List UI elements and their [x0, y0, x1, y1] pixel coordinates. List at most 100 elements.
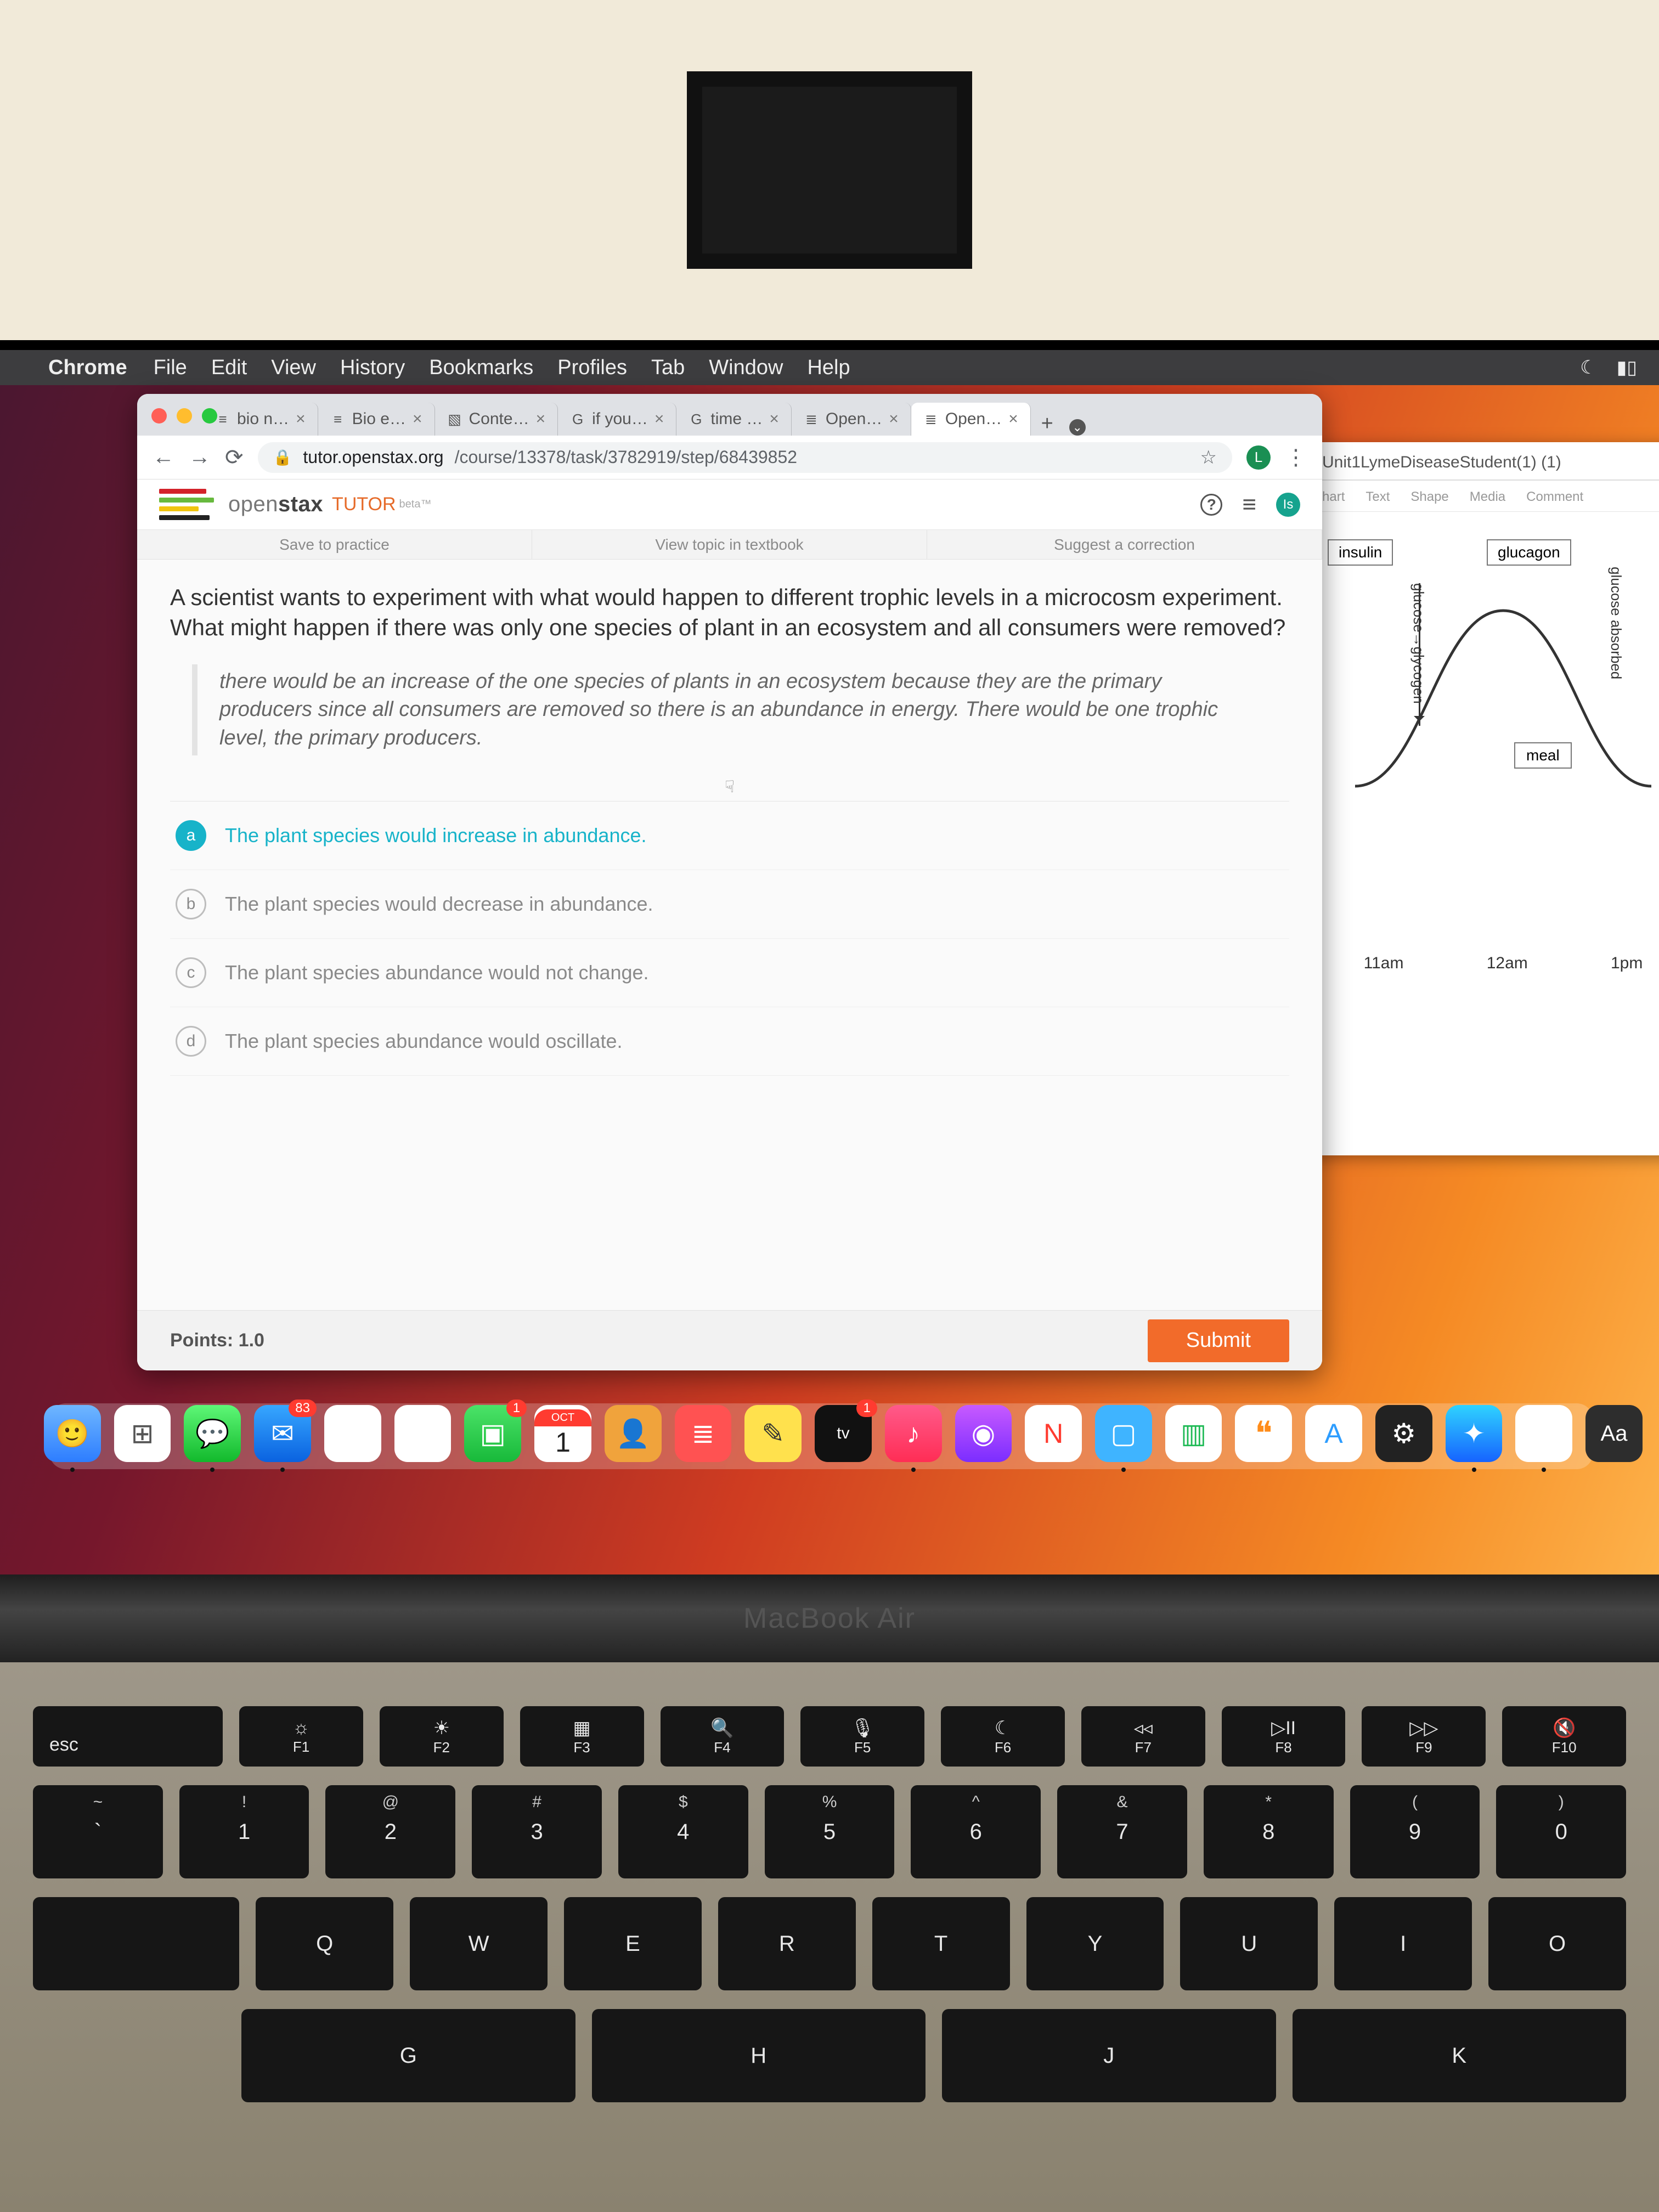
- otherwin-tool[interactable]: Comment: [1526, 489, 1583, 505]
- keyboard-key[interactable]: 🔇F10: [1502, 1706, 1626, 1767]
- keyboard-key[interactable]: Q: [256, 1897, 393, 1990]
- answer-option[interactable]: dThe plant species abundance would oscil…: [170, 1007, 1289, 1076]
- music-icon[interactable]: ♪: [885, 1405, 942, 1462]
- keyboard-key[interactable]: 🔍F4: [661, 1706, 785, 1767]
- tab-close-icon[interactable]: ×: [769, 410, 779, 428]
- otherwin-tool[interactable]: Media: [1470, 489, 1505, 505]
- control-center-icon[interactable]: ⊕: [324, 1405, 381, 1462]
- calendar-icon[interactable]: OCT 1: [534, 1405, 591, 1462]
- profile-avatar[interactable]: L: [1246, 445, 1271, 470]
- otherwin-tool[interactable]: Shape: [1410, 489, 1448, 505]
- keyboard-key[interactable]: J: [942, 2009, 1276, 2102]
- tv-icon[interactable]: tv1: [815, 1405, 872, 1462]
- menubar-item[interactable]: Profiles: [557, 356, 627, 379]
- browser-tab[interactable]: Gtime …×: [676, 403, 792, 436]
- menubar-item[interactable]: Bookmarks: [429, 356, 533, 379]
- background-document-window[interactable]: Unit1LymeDiseaseStudent(1) (1) hartTextS…: [1306, 442, 1659, 1155]
- mail-icon[interactable]: ✉83: [254, 1405, 311, 1462]
- menubar-item[interactable]: Window: [709, 356, 783, 379]
- keyboard-key[interactable]: W: [410, 1897, 548, 1990]
- keyboard-key[interactable]: @2: [325, 1785, 455, 1878]
- menubar-item[interactable]: Edit: [211, 356, 247, 379]
- menubar-app-name[interactable]: Chrome: [48, 356, 127, 380]
- safari-icon[interactable]: ✦: [1446, 1405, 1503, 1462]
- settings-icon[interactable]: ⚙: [1375, 1405, 1432, 1462]
- submit-button[interactable]: Submit: [1148, 1319, 1289, 1362]
- pages-icon[interactable]: ❝: [1235, 1405, 1292, 1462]
- keyboard-key[interactable]: ~`: [33, 1785, 163, 1878]
- launchpad-icon[interactable]: ⊞: [114, 1405, 171, 1462]
- keyboard-key[interactable]: $4: [618, 1785, 748, 1878]
- menubar-item[interactable]: History: [340, 356, 405, 379]
- contacts-icon[interactable]: 👤: [605, 1405, 662, 1462]
- keyboard-key[interactable]: O: [1488, 1897, 1626, 1990]
- kebab-menu-icon[interactable]: ⋮: [1285, 445, 1307, 470]
- keyboard-key[interactable]: ◃◃F7: [1081, 1706, 1205, 1767]
- user-avatar[interactable]: Is: [1276, 493, 1300, 517]
- keyboard-key[interactable]: [33, 1897, 239, 1990]
- tab-close-icon[interactable]: ×: [654, 410, 664, 428]
- tab-close-icon[interactable]: ×: [413, 410, 422, 428]
- keyboard-key[interactable]: %5: [765, 1785, 895, 1878]
- browser-tab[interactable]: ≣Open…×: [792, 403, 911, 436]
- menubar-item[interactable]: Help: [807, 356, 850, 379]
- finder-icon[interactable]: 🙂: [44, 1405, 101, 1462]
- keyboard-key[interactable]: K: [1293, 2009, 1627, 2102]
- tab-close-icon[interactable]: ×: [1008, 410, 1018, 428]
- close-icon[interactable]: [151, 408, 167, 424]
- keyboard-key[interactable]: ^6: [911, 1785, 1041, 1878]
- tab-overflow-button[interactable]: ⌄: [1064, 419, 1091, 436]
- back-button[interactable]: ←: [153, 445, 174, 470]
- messages-icon[interactable]: 💬: [184, 1405, 241, 1462]
- keyboard-key[interactable]: G: [241, 2009, 575, 2102]
- facetime-icon[interactable]: ▣1: [464, 1405, 521, 1462]
- subtab[interactable]: View topic in textbook: [532, 530, 927, 559]
- maximize-icon[interactable]: [202, 408, 217, 424]
- keyboard-key[interactable]: ▦F3: [520, 1706, 644, 1767]
- menubar-item[interactable]: File: [154, 356, 187, 379]
- font-icon[interactable]: Aa: [1585, 1405, 1643, 1462]
- reload-button[interactable]: ⟳: [225, 445, 244, 470]
- keyboard-key[interactable]: H: [592, 2009, 926, 2102]
- keyboard-key[interactable]: Y: [1026, 1897, 1164, 1990]
- browser-tab[interactable]: ≣Open…×: [911, 403, 1031, 436]
- tab-close-icon[interactable]: ×: [889, 410, 899, 428]
- answer-option[interactable]: bThe plant species would decrease in abu…: [170, 870, 1289, 939]
- subtab[interactable]: Suggest a correction: [927, 530, 1322, 559]
- keyboard-key[interactable]: T: [872, 1897, 1010, 1990]
- minimize-icon[interactable]: [177, 408, 192, 424]
- keyboard-key[interactable]: E: [564, 1897, 702, 1990]
- keyboard-key[interactable]: ☀F2: [380, 1706, 504, 1767]
- forward-button[interactable]: →: [189, 445, 211, 470]
- browser-tab[interactable]: Gif you…×: [558, 403, 676, 436]
- bookmark-star-icon[interactable]: ☆: [1200, 447, 1217, 469]
- keyboard-key[interactable]: !1: [179, 1785, 309, 1878]
- keyboard-key[interactable]: ▷IIF8: [1222, 1706, 1346, 1767]
- browser-tab[interactable]: ≡Bio e…×: [318, 403, 435, 436]
- reminders-icon[interactable]: ≣: [675, 1405, 732, 1462]
- numbers-icon[interactable]: ▥: [1165, 1405, 1222, 1462]
- keyboard-key[interactable]: #3: [472, 1785, 602, 1878]
- keyboard-key[interactable]: (9: [1350, 1785, 1480, 1878]
- menubar-item[interactable]: Tab: [651, 356, 685, 379]
- keyboard-key[interactable]: ☾F6: [941, 1706, 1065, 1767]
- notes-icon[interactable]: ✎: [744, 1405, 802, 1462]
- keyboard-key[interactable]: 🎙F5: [800, 1706, 924, 1767]
- app-store-icon[interactable]: A: [1305, 1405, 1362, 1462]
- chrome-icon[interactable]: ◉: [1515, 1405, 1572, 1462]
- tab-close-icon[interactable]: ×: [296, 410, 306, 428]
- menubar-item[interactable]: View: [271, 356, 316, 379]
- keyboard-key[interactable]: )0: [1496, 1785, 1626, 1878]
- keyboard-key[interactable]: esc: [33, 1706, 223, 1767]
- help-icon[interactable]: ?: [1200, 494, 1222, 516]
- keyboard-key[interactable]: R: [718, 1897, 856, 1990]
- browser-tab[interactable]: ≡bio n…×: [203, 403, 318, 436]
- subtab[interactable]: Save to practice: [137, 530, 532, 559]
- keyboard-key[interactable]: ▷▷F9: [1362, 1706, 1486, 1767]
- keyboard-key[interactable]: I: [1334, 1897, 1472, 1990]
- podcasts-icon[interactable]: ◉: [955, 1405, 1012, 1462]
- hamburger-menu-icon[interactable]: ≡: [1242, 491, 1256, 518]
- url-box[interactable]: 🔒 tutor.openstax.org /course/13378/task/…: [258, 442, 1232, 473]
- new-tab-button[interactable]: +: [1031, 412, 1064, 436]
- otherwin-tool[interactable]: hart: [1322, 489, 1345, 505]
